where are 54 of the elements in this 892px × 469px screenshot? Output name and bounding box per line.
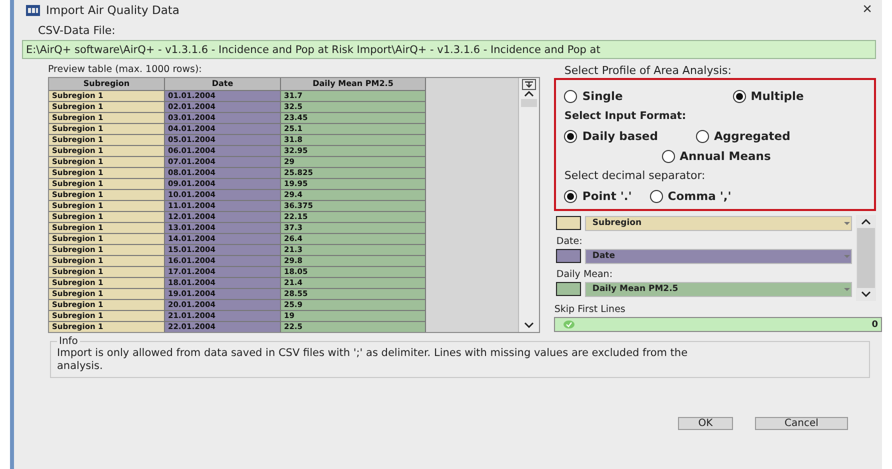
color-swatch[interactable] bbox=[556, 249, 582, 263]
section-heading: Select Input Format: bbox=[564, 109, 688, 124]
section-title: Select Profile of Area Analysis: bbox=[563, 63, 732, 78]
radio-label: Point '.' bbox=[582, 189, 632, 203]
mapping-label: Date: bbox=[556, 236, 584, 248]
radio-label: Comma ',' bbox=[668, 189, 732, 203]
check-circle-icon bbox=[563, 320, 576, 329]
dropdown-arrow-icon bbox=[843, 220, 851, 226]
column-header[interactable]: Subregion bbox=[49, 78, 165, 91]
mapping-label: Daily Mean: bbox=[556, 269, 614, 281]
field-label: Skip First Lines bbox=[554, 303, 626, 317]
column-dropdown[interactable]: Date bbox=[585, 248, 852, 264]
radio-button[interactable] bbox=[732, 90, 746, 102]
radio-button[interactable] bbox=[564, 190, 578, 202]
window-title: Import Air Quality Data bbox=[46, 3, 180, 17]
close-button[interactable]: × bbox=[858, 2, 876, 18]
scrollbar-thumb[interactable] bbox=[857, 228, 875, 288]
skip-lines-field[interactable]: 0 bbox=[554, 317, 882, 332]
ok-button[interactable]: OK bbox=[678, 417, 733, 430]
file-path-field[interactable]: E:\AirQ+ software\AirQ+ - v1.3.1.6 - Incidence and Pop at Risk Import\AirQ+ - v1.3.1.6 - Incidence and Pop at bbox=[22, 40, 876, 59]
cancel-button[interactable]: Cancel bbox=[755, 417, 848, 430]
column-dropdown[interactable]: Daily Mean PM2.5 bbox=[585, 282, 852, 296]
dropdown-arrow-icon bbox=[843, 254, 851, 258]
radio-label: Single bbox=[582, 89, 623, 103]
radio-button[interactable] bbox=[696, 130, 709, 142]
section-heading: Select decimal separator: bbox=[564, 168, 706, 184]
column-dropdown[interactable]: Subregion bbox=[585, 216, 852, 230]
dropdown-value: Subregion bbox=[592, 218, 642, 228]
info-title: Info bbox=[58, 336, 79, 347]
column-header[interactable]: Date bbox=[165, 78, 281, 91]
dropdown-value: Date bbox=[592, 251, 616, 261]
table-caption: Preview table (max. 1000 rows): bbox=[48, 63, 203, 77]
info-text: Import is only allowed from data saved in CSV files with ';' as delimiter. Lines with missing values are excluded from the analysis. bbox=[57, 347, 689, 373]
app-icon bbox=[26, 4, 40, 16]
column-header[interactable]: Daily Mean PM2.5 bbox=[281, 78, 426, 91]
radio-button[interactable] bbox=[662, 150, 675, 162]
field-value: 0 bbox=[872, 320, 878, 330]
radio-label: Aggregated bbox=[714, 129, 790, 143]
color-swatch[interactable] bbox=[556, 282, 582, 296]
scrollbar-thumb[interactable] bbox=[521, 99, 538, 107]
scroll-up-icon bbox=[524, 91, 534, 97]
scroll-up-icon bbox=[861, 219, 871, 225]
radio-button[interactable] bbox=[564, 90, 578, 102]
radio-button[interactable] bbox=[650, 190, 663, 202]
radio-label: Daily based bbox=[582, 129, 658, 143]
field-label: CSV-Data File: bbox=[37, 23, 116, 39]
color-swatch[interactable] bbox=[556, 216, 582, 230]
radio-label: Annual Means bbox=[680, 149, 771, 163]
radio-button[interactable] bbox=[564, 130, 578, 142]
scroll-down-icon bbox=[861, 291, 871, 297]
dropdown-value: Daily Mean PM2.5 bbox=[592, 284, 680, 294]
scroll-down-icon bbox=[524, 322, 534, 328]
radio-label: Multiple bbox=[750, 89, 804, 103]
dropdown-arrow-icon bbox=[843, 286, 851, 292]
